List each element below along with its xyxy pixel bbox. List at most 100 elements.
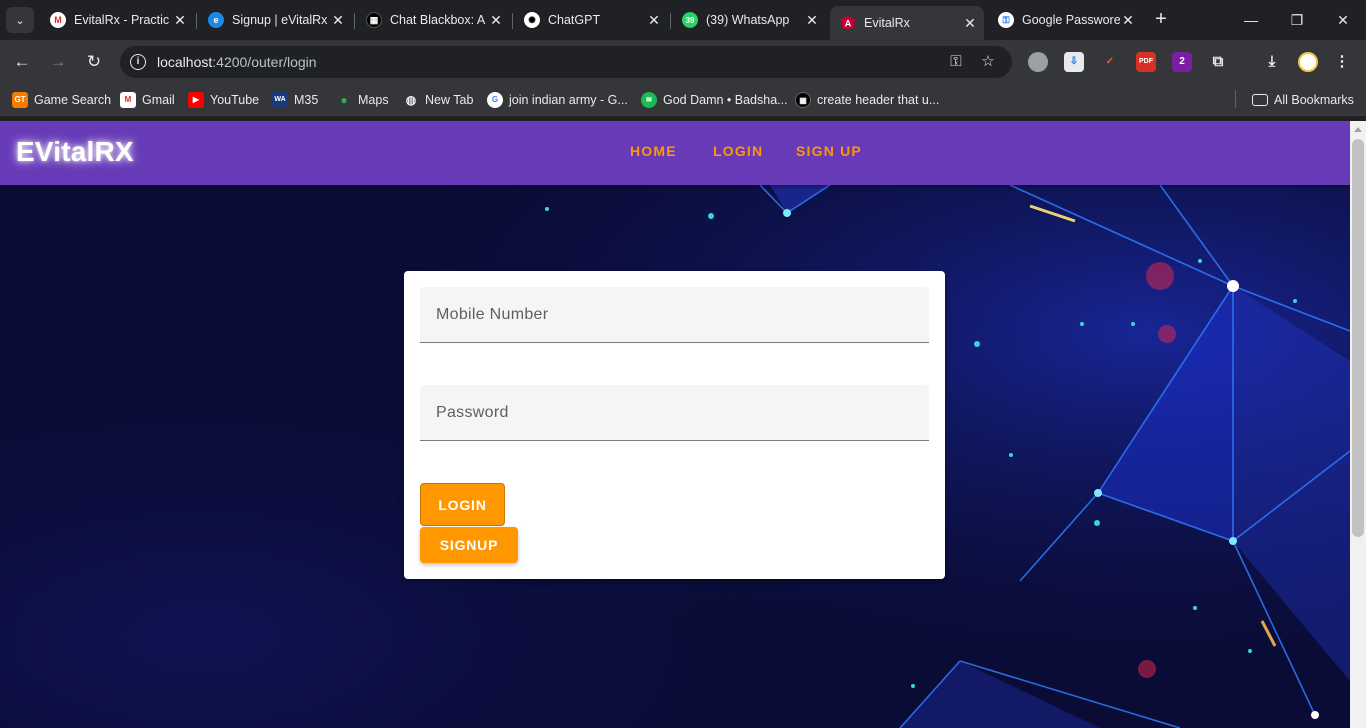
bookmark-label: M35 xyxy=(294,93,319,107)
bookmark-youtube[interactable]: ▶ YouTube xyxy=(188,92,259,108)
password-input[interactable] xyxy=(420,385,929,440)
pdf-ext-icon[interactable]: PDF xyxy=(1136,52,1156,72)
star-icon[interactable]: ☆ xyxy=(978,52,998,72)
tab-chatgpt[interactable]: ✺ ChatGPT ✕ xyxy=(514,6,668,34)
address-bar[interactable]: i localhost:4200/outer/login ⚿ ☆ xyxy=(120,46,1012,78)
bookmark-label: join indian army - G... xyxy=(509,93,628,107)
browser-toolbar: ← → ↻ i localhost:4200/outer/login ⚿ ☆ ⇩… xyxy=(0,40,1366,84)
tab-title: Chat Blackbox: A xyxy=(390,13,486,27)
angular-icon: A xyxy=(840,15,856,31)
key-icon[interactable]: ⚿ xyxy=(946,52,966,72)
forward-button[interactable]: → xyxy=(46,50,70,74)
reload-icon: ↻ xyxy=(86,52,102,71)
reload-button[interactable]: ↻ xyxy=(82,50,106,74)
signup-button[interactable]: SIGNUP xyxy=(420,527,518,563)
minimize-button[interactable]: — xyxy=(1228,8,1274,32)
bookmarks-separator xyxy=(1235,90,1236,108)
scrollbar-thumb[interactable] xyxy=(1352,139,1364,537)
tab-title: Signup | eVitalRx xyxy=(232,13,328,27)
bookmark-new-tab[interactable]: ◍ New Tab xyxy=(403,92,474,108)
site-info-icon[interactable]: i xyxy=(130,54,146,70)
bookmark-god-damn[interactable]: ≋ God Damn • Badsha... xyxy=(641,92,788,108)
page-scrollbar[interactable] xyxy=(1350,121,1366,728)
close-icon[interactable]: ✕ xyxy=(962,15,978,32)
nav-login-link[interactable]: LOGIN xyxy=(713,143,763,159)
close-icon[interactable]: ✕ xyxy=(646,12,662,29)
number-two-ext-icon[interactable]: 2 xyxy=(1172,52,1192,72)
close-icon[interactable]: ✕ xyxy=(172,12,188,29)
bookmarks-bar: GT Game Search M Gmail ▶ YouTube WA M35 ● Map… xyxy=(0,84,1366,116)
tab-signup-evitalrx[interactable]: e Signup | eVitalRx ✕ xyxy=(198,6,352,34)
login-button[interactable]: LOGIN xyxy=(420,483,505,526)
tab-chat-blackbox[interactable]: ▦ Chat Blackbox: A ✕ xyxy=(356,6,510,34)
tab-separator xyxy=(196,13,197,29)
bookmark-label: All Bookmarks xyxy=(1274,93,1354,107)
back-button[interactable]: ← xyxy=(10,50,34,74)
bookmark-join-indian-army[interactable]: Gjoin indian army - G... xyxy=(487,92,628,108)
bookmark-game-search[interactable]: GT Game Search xyxy=(12,92,111,108)
bookmark-create-header[interactable]: ▦ create header that u... xyxy=(795,92,939,108)
close-icon[interactable]: ✕ xyxy=(330,12,346,29)
avatar[interactable] xyxy=(1298,52,1318,72)
nav-signup-link[interactable]: SIGN UP xyxy=(796,143,862,159)
extension-puzzle-icon[interactable] xyxy=(1028,52,1048,72)
bookmark-maps[interactable]: ● Maps xyxy=(336,92,388,108)
tab-title: ChatGPT xyxy=(548,13,601,27)
tab-title: EvitalRx xyxy=(864,16,910,30)
globe-icon: ◍ xyxy=(405,93,417,107)
blackbox-icon: ▦ xyxy=(795,92,811,108)
evitalrx-icon: e xyxy=(208,12,224,28)
google-icon: G xyxy=(487,92,503,108)
downloads-icon[interactable]: ⤓ xyxy=(1262,52,1282,72)
maps-icon: ● xyxy=(340,93,348,107)
vivaldi-ext-icon[interactable]: ✓ xyxy=(1100,52,1120,72)
tab-whatsapp[interactable]: 39 (39) WhatsApp ✕ xyxy=(672,6,826,34)
tab-separator xyxy=(354,13,355,29)
brand-logo[interactable]: EVitalRX xyxy=(16,136,134,168)
url-text[interactable]: localhost:4200/outer/login xyxy=(157,54,317,70)
tab-search-button[interactable]: ⌄ xyxy=(6,7,34,33)
chevron-down-icon: ⌄ xyxy=(15,14,25,27)
login-card: LOGIN SIGNUP xyxy=(404,271,945,579)
url-host: localhost xyxy=(157,54,213,70)
bookmark-label: New Tab xyxy=(425,93,474,107)
extensions-menu-icon[interactable]: ⧉ xyxy=(1208,52,1228,72)
close-icon: ✕ xyxy=(1337,12,1349,28)
restore-button[interactable]: ❐ xyxy=(1274,8,1320,32)
close-window-button[interactable]: ✕ xyxy=(1320,8,1366,32)
bookmark-gmail[interactable]: M Gmail xyxy=(120,92,175,108)
bookmark-m35[interactable]: WA M35 xyxy=(272,92,318,108)
close-icon[interactable]: ✕ xyxy=(488,12,504,29)
tab-google-password[interactable]: ⚿ Google Passwore ✕ xyxy=(988,6,1142,34)
arrow-right-icon: → xyxy=(49,52,67,71)
gmail-icon: M xyxy=(50,12,66,28)
more-menu-icon[interactable]: ⋮ xyxy=(1332,52,1352,72)
all-bookmarks[interactable]: All Bookmarks xyxy=(1252,92,1354,108)
nav-home-link[interactable]: HOME xyxy=(630,143,677,159)
gt-icon: GT xyxy=(12,92,28,108)
gmail-icon: M xyxy=(120,92,136,108)
close-icon[interactable]: ✕ xyxy=(804,12,820,29)
tab-evitalrx-practice[interactable]: M EvitalRx - Practic ✕ xyxy=(40,6,194,34)
tab-title: EvitalRx - Practic xyxy=(74,13,170,27)
close-icon[interactable]: ✕ xyxy=(1120,12,1136,29)
svg-text:A: A xyxy=(845,19,852,29)
youtube-icon: ▶ xyxy=(188,92,204,108)
mobile-number-input[interactable] xyxy=(420,287,929,342)
tab-title: Google Passwore xyxy=(1022,13,1120,27)
restore-icon: ❐ xyxy=(1290,12,1304,28)
new-tab-button[interactable]: + xyxy=(1150,8,1172,32)
whatsapp-icon: 39 xyxy=(682,12,698,28)
download-ext-icon[interactable]: ⇩ xyxy=(1064,52,1084,72)
bookmark-label: Gmail xyxy=(142,93,175,107)
page-viewport: EVitalRX HOME LOGIN SIGN UP LOGIN SIGNUP xyxy=(0,121,1350,728)
tab-title: (39) WhatsApp xyxy=(706,13,790,27)
arrow-left-icon: ← xyxy=(13,52,31,71)
scroll-up-arrow-icon[interactable] xyxy=(1354,127,1362,132)
url-path: :4200/outer/login xyxy=(212,54,317,70)
mobile-number-field xyxy=(420,287,929,343)
spotify-icon: ≋ xyxy=(641,92,657,108)
google-password-icon: ⚿ xyxy=(998,12,1014,28)
tab-strip: ⌄ M EvitalRx - Practic ✕ e Signup | eVit… xyxy=(0,0,1366,40)
tab-evitalrx-active[interactable]: A EvitalRx ✕ xyxy=(830,6,984,40)
